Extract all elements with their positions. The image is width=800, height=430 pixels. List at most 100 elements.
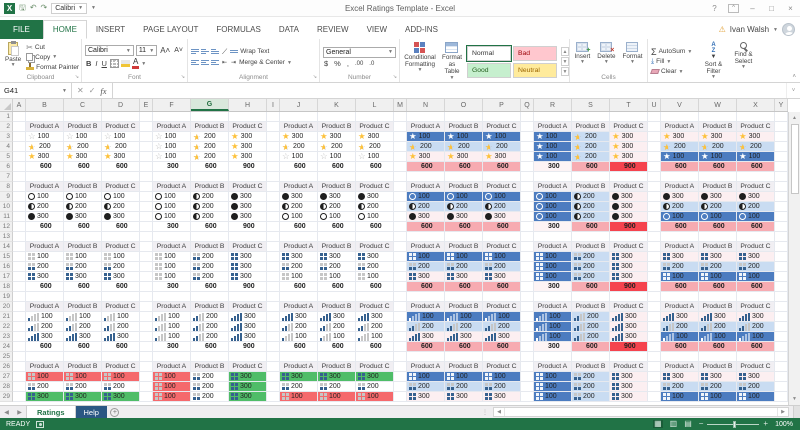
cell-X12[interactable]: 600 xyxy=(737,222,775,232)
cell-E23[interactable] xyxy=(140,332,153,342)
comma-style-button[interactable]: , xyxy=(346,60,350,68)
cell-U19[interactable] xyxy=(648,292,661,302)
cell-C17[interactable]: 300 xyxy=(64,272,102,282)
cell-O7[interactable] xyxy=(445,172,483,182)
cell-X16[interactable]: 200 xyxy=(737,262,775,272)
cell-H7[interactable] xyxy=(229,172,267,182)
delete-cells-button[interactable]: × Delete ▼ xyxy=(595,41,617,73)
cell-G7[interactable] xyxy=(191,172,229,182)
cell-W25[interactable] xyxy=(699,352,737,362)
cell-A22[interactable] xyxy=(13,322,26,332)
cell-N5[interactable]: ★ 300 xyxy=(407,152,445,162)
cell-K13[interactable] xyxy=(318,232,356,242)
cell-D25[interactable] xyxy=(102,352,140,362)
cell-V1[interactable] xyxy=(661,112,699,122)
cell-L23[interactable]: 100 xyxy=(356,332,394,342)
cell-O9[interactable]: 100 xyxy=(445,192,483,202)
bold-button[interactable]: B xyxy=(85,60,92,68)
cell-V2[interactable]: Product A xyxy=(661,122,699,132)
cell-W9[interactable]: 300 xyxy=(699,192,737,202)
cell-G8[interactable]: Product B xyxy=(191,182,229,192)
cell-M15[interactable] xyxy=(394,252,407,262)
cell-Q17[interactable] xyxy=(521,272,534,282)
tab-review[interactable]: REVIEW xyxy=(308,20,358,39)
cell-P19[interactable] xyxy=(483,292,521,302)
cell-Q14[interactable] xyxy=(521,242,534,252)
style-normal[interactable]: Normal xyxy=(465,44,512,62)
cell-R21[interactable]: 100 xyxy=(534,312,572,322)
cell-X29[interactable]: 100 xyxy=(737,392,775,402)
cell-T12[interactable]: 900 xyxy=(610,222,648,232)
cell-I11[interactable] xyxy=(267,212,280,222)
cell-V6[interactable]: 600 xyxy=(661,162,699,172)
cell-F9[interactable]: 100 xyxy=(153,192,191,202)
cell-O5[interactable]: ★ 300 xyxy=(445,152,483,162)
cell-S23[interactable]: 200 xyxy=(572,332,610,342)
cell-N13[interactable] xyxy=(407,232,445,242)
cell-L9[interactable]: 300 xyxy=(356,192,394,202)
cell-K26[interactable]: Product B xyxy=(318,362,356,372)
cell-I6[interactable] xyxy=(267,162,280,172)
cell-C3[interactable]: ☆ 100 xyxy=(64,132,102,142)
cell-T21[interactable]: 300 xyxy=(610,312,648,322)
page-break-view-icon[interactable]: ▤ xyxy=(684,420,692,428)
cell-P13[interactable] xyxy=(483,232,521,242)
cell-A23[interactable] xyxy=(13,332,26,342)
cell-J13[interactable] xyxy=(280,232,318,242)
cell-A21[interactable] xyxy=(13,312,26,322)
cell-X17[interactable]: 100 xyxy=(737,272,775,282)
cell-V27[interactable]: 300 xyxy=(661,372,699,382)
cell-O24[interactable]: 600 xyxy=(445,342,483,352)
cell-Q1[interactable] xyxy=(521,112,534,122)
cell-X3[interactable]: ★ 300 xyxy=(737,132,775,142)
cell-W8[interactable]: Product B xyxy=(699,182,737,192)
cell-V20[interactable]: Product A xyxy=(661,302,699,312)
number-format-combo[interactable]: General ▼ xyxy=(323,46,396,58)
cell-A24[interactable] xyxy=(13,342,26,352)
decrease-decimal-button[interactable]: .0 xyxy=(368,61,375,67)
cell-O25[interactable] xyxy=(445,352,483,362)
cell-K12[interactable]: 600 xyxy=(318,222,356,232)
select-all-button[interactable] xyxy=(0,99,13,111)
cell-X5[interactable]: ★ 100 xyxy=(737,152,775,162)
cell-R22[interactable]: 100 xyxy=(534,322,572,332)
cell-S1[interactable] xyxy=(572,112,610,122)
cell-V11[interactable]: 100 xyxy=(661,212,699,222)
cell-D20[interactable]: Product C xyxy=(102,302,140,312)
cell-Y26[interactable] xyxy=(775,362,788,372)
column-header-F[interactable]: F xyxy=(153,99,191,111)
cell-A27[interactable] xyxy=(13,372,26,382)
cell-H2[interactable]: Product C xyxy=(229,122,267,132)
cell-D8[interactable]: Product C xyxy=(102,182,140,192)
cell-C9[interactable]: 100 xyxy=(64,192,102,202)
cell-Y12[interactable] xyxy=(775,222,788,232)
cell-B10[interactable]: 200 xyxy=(26,202,64,212)
cell-J17[interactable]: 100 xyxy=(280,272,318,282)
cell-I18[interactable] xyxy=(267,282,280,292)
cell-X25[interactable] xyxy=(737,352,775,362)
cell-X24[interactable]: 600 xyxy=(737,342,775,352)
cell-J9[interactable]: 300 xyxy=(280,192,318,202)
cell-K22[interactable]: 200 xyxy=(318,322,356,332)
cell-D12[interactable]: 600 xyxy=(102,222,140,232)
cell-Y22[interactable] xyxy=(775,322,788,332)
cell-K21[interactable]: 300 xyxy=(318,312,356,322)
cell-X6[interactable]: 600 xyxy=(737,162,775,172)
cell-P1[interactable] xyxy=(483,112,521,122)
column-header-R[interactable]: R xyxy=(534,99,572,111)
cell-R17[interactable]: 100 xyxy=(534,272,572,282)
cell-T23[interactable]: 300 xyxy=(610,332,648,342)
cell-R2[interactable]: Product A xyxy=(534,122,572,132)
cell-U12[interactable] xyxy=(648,222,661,232)
cell-S12[interactable]: 600 xyxy=(572,222,610,232)
cell-W21[interactable]: 300 xyxy=(699,312,737,322)
cell-V25[interactable] xyxy=(661,352,699,362)
cell-R23[interactable]: 100 xyxy=(534,332,572,342)
cell-X4[interactable]: ☆★200 xyxy=(737,142,775,152)
cell-X18[interactable]: 600 xyxy=(737,282,775,292)
cell-D29[interactable]: 300 xyxy=(102,392,140,402)
cell-W26[interactable]: Product B xyxy=(699,362,737,372)
cell-F12[interactable]: 300 xyxy=(153,222,191,232)
cell-E1[interactable] xyxy=(140,112,153,122)
cell-R3[interactable]: ★ 100 xyxy=(534,132,572,142)
